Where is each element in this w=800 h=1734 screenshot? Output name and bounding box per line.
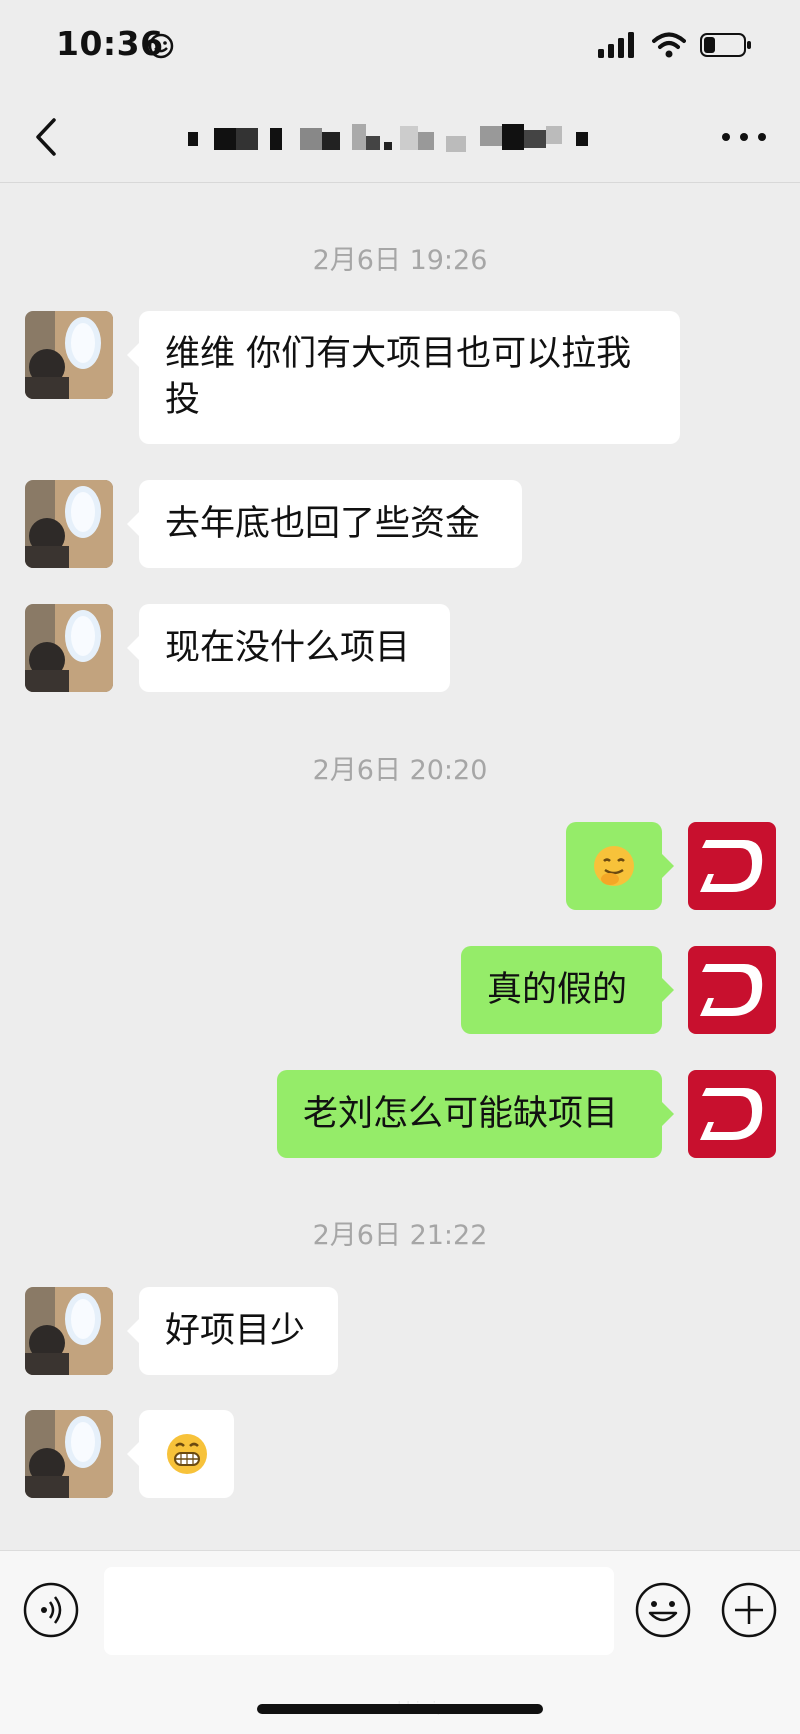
back-icon[interactable] xyxy=(24,112,70,162)
contact-avatar[interactable] xyxy=(25,1287,113,1375)
grin-face-emoji-icon xyxy=(166,1434,207,1474)
wifi-icon xyxy=(652,32,686,58)
my-avatar[interactable] xyxy=(688,1070,776,1158)
timestamp: 2月6日 21:22 xyxy=(312,1220,488,1251)
battery-icon xyxy=(700,33,751,57)
chat-title-redacted xyxy=(188,124,588,152)
contact-avatar[interactable] xyxy=(25,1410,113,1498)
message-bubble-outgoing[interactable]: 真的假的 xyxy=(461,946,674,1034)
message-input[interactable] xyxy=(104,1567,614,1655)
contact-avatar[interactable] xyxy=(25,480,113,568)
timestamp: 2月6日 20:20 xyxy=(312,755,488,786)
message-text: 去年底也回了些资金 xyxy=(165,504,481,544)
plus-icon[interactable] xyxy=(720,1581,778,1639)
my-avatar[interactable] xyxy=(688,946,776,1034)
message-bubble-incoming[interactable]: 好项目少 xyxy=(127,1287,338,1375)
smiley-status-icon xyxy=(148,33,174,59)
cellular-signal-icon xyxy=(598,32,634,58)
status-bar: 10:36 xyxy=(0,0,800,92)
timestamp: 2月6日 19:26 xyxy=(312,245,488,276)
emoji-icon[interactable] xyxy=(634,1581,692,1639)
message-text: 真的假的 xyxy=(487,970,628,1010)
my-avatar[interactable] xyxy=(688,822,776,910)
voice-input-icon[interactable] xyxy=(22,1581,80,1639)
message-bubble-incoming[interactable]: 去年底也回了些资金 xyxy=(127,480,522,568)
contact-avatar[interactable] xyxy=(25,604,113,692)
message-text: 维维 你们有大项目也可以拉我 投 xyxy=(165,334,632,420)
message-bubble-incoming[interactable]: 现在没什么项目 xyxy=(127,604,450,692)
message-text: 好项目少 xyxy=(165,1311,306,1351)
message-text: 现在没什么项目 xyxy=(165,628,411,668)
message-bubble-incoming[interactable] xyxy=(127,1410,234,1498)
more-options-icon[interactable] xyxy=(718,120,770,154)
chat-header xyxy=(0,92,800,183)
contact-avatar[interactable] xyxy=(25,311,113,399)
thinking-hand-face-emoji-icon xyxy=(594,846,634,886)
message-bubble-incoming[interactable]: 维维 你们有大项目也可以拉我 投 xyxy=(127,311,680,444)
home-indicator[interactable] xyxy=(257,1704,543,1714)
message-text: 老刘怎么可能缺项目 xyxy=(303,1094,619,1134)
message-bubble-outgoing[interactable]: 老刘怎么可能缺项目 xyxy=(277,1070,674,1158)
message-bubble-outgoing[interactable] xyxy=(566,822,674,910)
